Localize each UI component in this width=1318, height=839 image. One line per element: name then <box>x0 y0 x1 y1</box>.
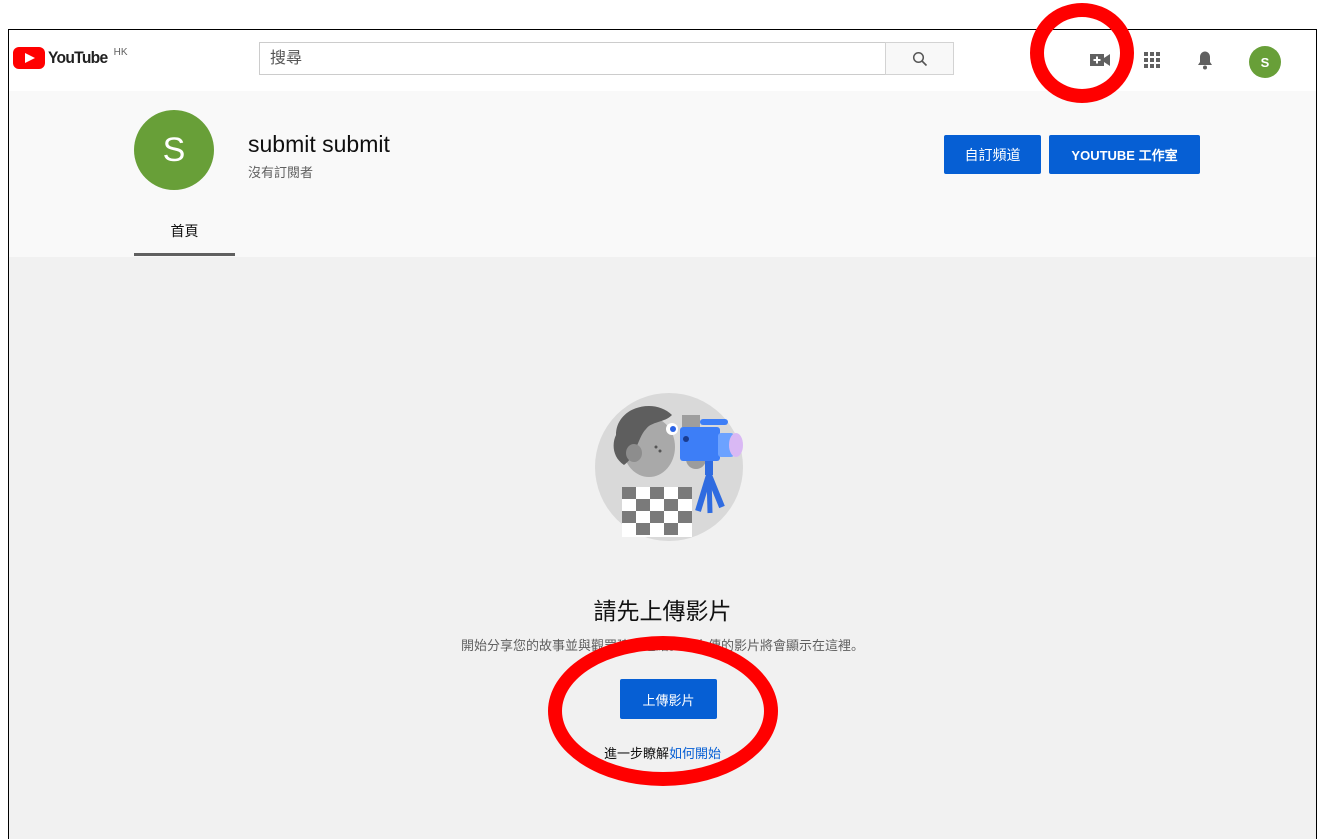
notifications-button[interactable] <box>1195 50 1215 70</box>
annotation-circle-upload <box>548 636 778 786</box>
camera-person-illustration <box>595 393 743 541</box>
apps-button[interactable] <box>1142 50 1162 70</box>
checkered-shirt <box>622 487 692 537</box>
search-input[interactable]: 搜尋 <box>259 42 886 75</box>
youtube-logo[interactable]: YouTube HK <box>13 47 128 69</box>
logo-wordmark: YouTube <box>48 48 108 67</box>
youtube-studio-label: YOUTUBE 工作室 <box>1071 148 1178 163</box>
subscriber-count: 沒有訂閱者 <box>248 165 314 180</box>
account-avatar[interactable]: S <box>1249 46 1281 78</box>
customize-channel-button[interactable]: 自訂頻道 <box>944 135 1041 174</box>
apps-grid-icon <box>1144 52 1160 68</box>
channel-header: S submit submit 沒有訂閱者 自訂頻道 YOUTUBE 工作室 首… <box>9 91 1316 257</box>
channel-avatar: S <box>134 110 214 190</box>
customize-channel-label: 自訂頻道 <box>964 146 1021 163</box>
search-icon <box>912 51 927 66</box>
tab-home[interactable]: 首頁 <box>134 221 235 256</box>
logo-country-code: HK <box>113 47 128 58</box>
youtube-studio-button[interactable]: YOUTUBE 工作室 <box>1049 135 1200 174</box>
empty-state-title: 請先上傳影片 <box>593 598 732 624</box>
tab-home-label: 首頁 <box>170 223 199 239</box>
notifications-bell-icon <box>1198 51 1212 69</box>
channel-avatar-letter: S <box>162 130 186 169</box>
youtube-logo-icon <box>13 47 45 69</box>
channel-name: submit submit <box>248 131 390 157</box>
account-avatar-letter: S <box>1260 54 1270 70</box>
search-placeholder: 搜尋 <box>270 50 303 67</box>
annotation-circle-create <box>1030 3 1134 103</box>
search-button[interactable] <box>885 42 954 75</box>
